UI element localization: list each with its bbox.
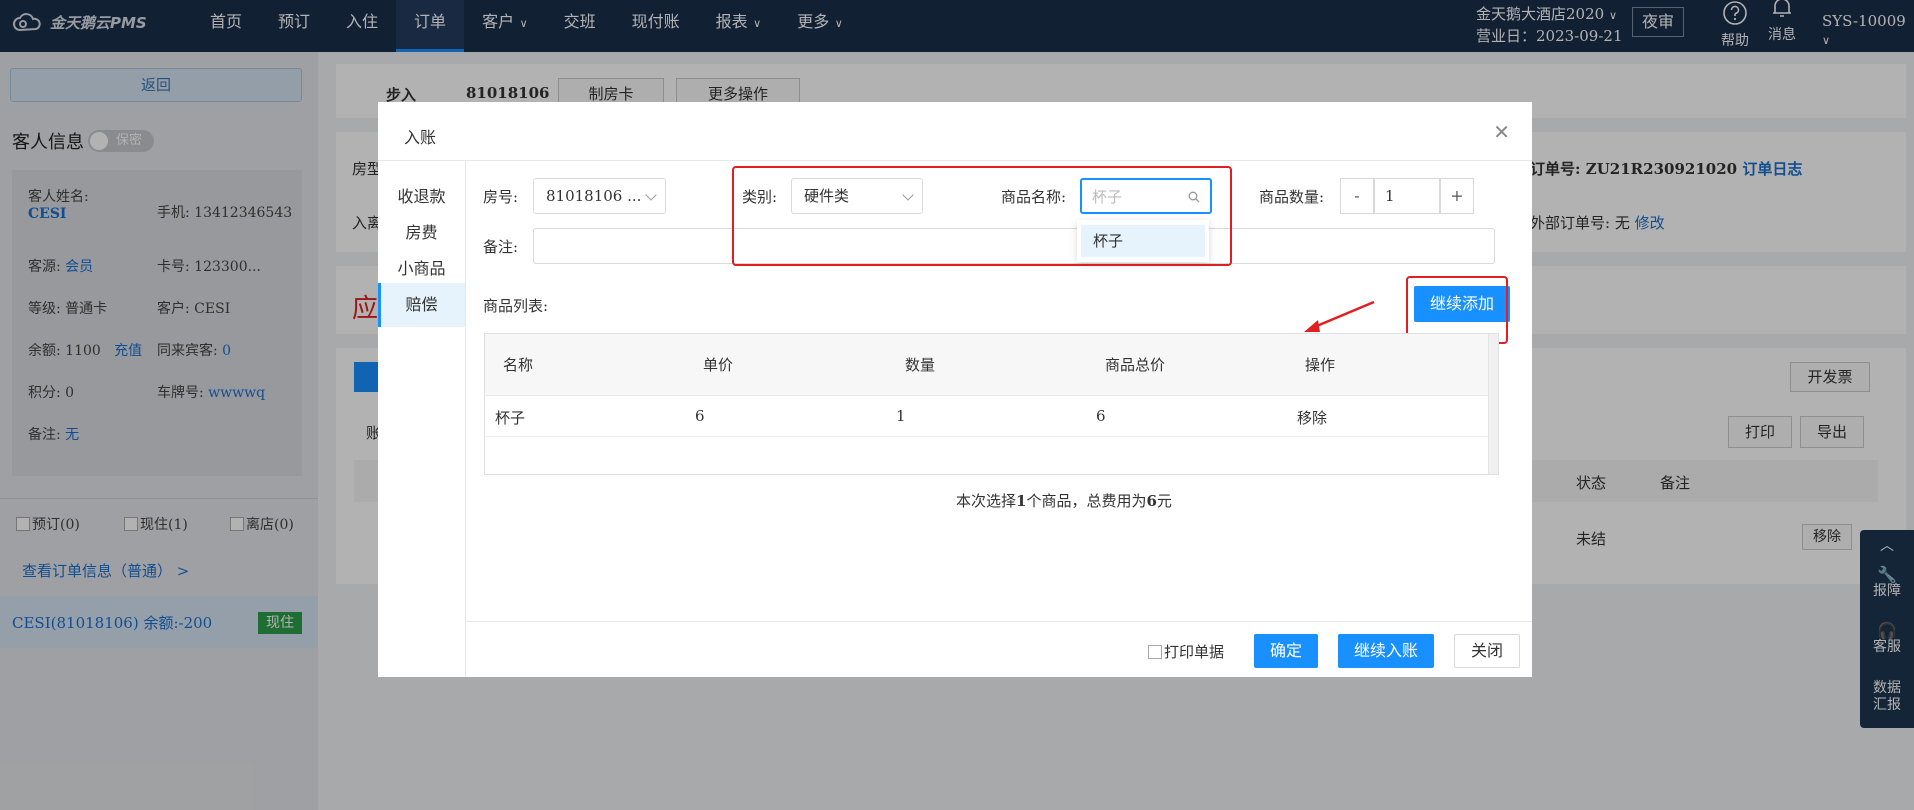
room-select[interactable]: 81018106 ...: [533, 178, 666, 214]
annotation-arrow-icon: [1304, 300, 1375, 332]
divider: [378, 160, 1532, 161]
cell-qty: 1: [896, 407, 906, 425]
column-header: 单价: [703, 356, 734, 374]
column-header: 名称: [503, 356, 534, 374]
checkbox[interactable]: [1148, 644, 1162, 659]
summary-count: 1: [1016, 492, 1027, 510]
selection-summary: 本次选择1个商品，总费用为6元: [956, 490, 1172, 511]
quantity-increase-button[interactable]: +: [1440, 178, 1474, 214]
close-icon[interactable]: ✕: [1493, 120, 1510, 144]
table-row: 杯子 6 1 6 移除: [485, 396, 1488, 437]
cell-price: 6: [695, 407, 705, 425]
product-table: 名称 单价 数量 商品总价 操作 杯子 6 1 6 移除: [484, 333, 1499, 475]
close-button[interactable]: 关闭: [1454, 634, 1520, 668]
remove-link[interactable]: 移除: [1297, 407, 1327, 428]
cell-total: 6: [1096, 407, 1106, 425]
product-list-label: 商品列表:: [483, 297, 549, 315]
print-receipt-label: 打印单据: [1164, 643, 1225, 661]
summary-mid: 个商品，总费用为: [1026, 492, 1147, 510]
continue-post-button[interactable]: 继续入账: [1338, 634, 1434, 668]
category-select[interactable]: 硬件类: [791, 178, 923, 214]
category-select-value: 硬件类: [804, 187, 850, 205]
confirm-button[interactable]: 确定: [1254, 634, 1318, 668]
dialog-title: 入账: [404, 128, 437, 147]
quantity-input[interactable]: 1: [1374, 178, 1440, 214]
summary-suffix: 元: [1156, 492, 1172, 510]
post-charge-dialog: 入账 ✕ 收退款 房费 小商品 赔偿 房号: 81018106 ... 类别: 硬件类…: [378, 102, 1532, 677]
product-name-placeholder: 杯子: [1092, 188, 1123, 206]
quantity-decrease-button[interactable]: -: [1340, 178, 1374, 214]
add-more-button[interactable]: 继续添加: [1414, 286, 1510, 322]
product-name-input[interactable]: 杯子: [1080, 178, 1212, 214]
divider: [466, 621, 1532, 622]
dropdown-option[interactable]: 杯子: [1081, 225, 1205, 257]
remark-input[interactable]: [533, 228, 1495, 264]
remark-label: 备注:: [483, 238, 519, 256]
column-header: 商品总价: [1105, 356, 1166, 374]
product-dropdown: 杯子: [1077, 220, 1209, 262]
room-label: 房号:: [483, 188, 519, 206]
column-header: 操作: [1305, 356, 1336, 374]
column-header: 数量: [905, 356, 936, 374]
summary-prefix: 本次选择: [956, 492, 1017, 510]
product-name-label: 商品名称:: [1001, 188, 1067, 206]
room-select-value: 81018106 ...: [546, 187, 642, 205]
cell-name: 杯子: [495, 409, 526, 427]
dialog-tabs: 收退款 房费 小商品 赔偿: [378, 161, 466, 677]
dialog-tab[interactable]: 赔偿: [378, 283, 465, 327]
print-receipt-checkbox[interactable]: 打印单据: [1148, 641, 1224, 662]
table-header: 名称 单价 数量 商品总价 操作: [485, 334, 1488, 396]
chevron-down-icon: [902, 189, 914, 201]
quantity-label: 商品数量:: [1259, 188, 1325, 206]
search-icon: [1188, 191, 1200, 203]
chevron-down-icon: [645, 189, 657, 201]
summary-total: 6: [1146, 492, 1157, 510]
category-label: 类别:: [742, 188, 778, 206]
table-scrollbar[interactable]: [1488, 334, 1498, 474]
